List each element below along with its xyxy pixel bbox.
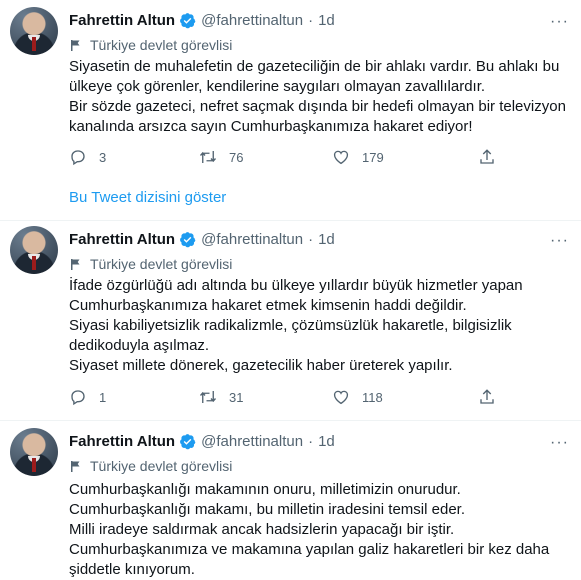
divider — [0, 420, 581, 421]
verified-badge-icon — [180, 13, 196, 29]
retweet-icon — [199, 391, 217, 403]
author-name[interactable]: Fahrettin Altun — [69, 433, 175, 450]
reply-button[interactable]: 1 — [69, 388, 106, 406]
account-label: Türkiye devlet görevlisi — [69, 458, 232, 474]
tweet-line: Cumhurbaşkanımıza ve makamına yapılan ga… — [69, 541, 550, 558]
timestamp[interactable]: 1d — [318, 12, 335, 29]
reply-icon — [71, 150, 85, 166]
tweet-line: Siyaset millete dönerek, gazetecilik hab… — [69, 357, 453, 374]
flag-icon — [71, 259, 80, 270]
reply-count: 3 — [99, 149, 107, 165]
tweet-actions: 1 31 118 — [69, 388, 509, 408]
show-thread-link[interactable]: Bu Tweet dizisini göster — [69, 189, 226, 206]
tweet-line: Bir sözde gazeteci, nefret saçmak dışınd… — [69, 98, 566, 115]
like-button[interactable]: 118 — [332, 388, 383, 406]
flag-icon — [71, 461, 80, 472]
tweet-2[interactable]: Fahrettin Altun @fahrettinaltun · 1d ···… — [0, 226, 581, 416]
tweet-line: ülkeye çok görenler, kendilerine saygıla… — [69, 78, 486, 95]
avatar[interactable] — [10, 428, 58, 476]
like-icon — [333, 150, 349, 165]
more-icon[interactable]: ··· — [550, 434, 569, 452]
retweet-count: 31 — [229, 389, 244, 405]
share-button[interactable] — [478, 388, 508, 406]
tweet-line: Cumhurbaşkanlığı makamı, bu milletin ira… — [69, 501, 465, 518]
retweet-icon — [199, 151, 217, 163]
separator: · — [308, 433, 314, 450]
tweet-text: Siyasetin de muhalefetin de gazeteciliği… — [69, 57, 566, 137]
verified-badge-icon — [180, 434, 196, 450]
divider — [0, 220, 581, 221]
avatar[interactable] — [10, 226, 58, 274]
avatar[interactable] — [10, 7, 58, 55]
verified-badge-icon — [180, 232, 196, 248]
more-icon[interactable]: ··· — [550, 13, 569, 31]
share-icon — [480, 149, 494, 164]
author-name[interactable]: Fahrettin Altun — [69, 12, 175, 29]
author-handle[interactable]: @fahrettinaltun — [201, 433, 303, 450]
like-button[interactable]: 179 — [332, 148, 384, 166]
share-button[interactable] — [478, 148, 508, 166]
like-count: 179 — [362, 149, 384, 165]
retweet-button[interactable]: 31 — [199, 388, 243, 406]
author-handle[interactable]: @fahrettinaltun — [201, 12, 303, 29]
like-icon — [333, 390, 349, 405]
retweet-count: 76 — [229, 149, 244, 165]
account-label: Türkiye devlet görevlisi — [69, 37, 232, 53]
tweet-header: Fahrettin Altun @fahrettinaltun · 1d — [69, 433, 335, 450]
like-count: 118 — [362, 389, 383, 405]
flag-icon — [71, 40, 80, 51]
tweet-line: dedikoduyla aşılmaz. — [69, 337, 210, 354]
tweet-header: Fahrettin Altun @fahrettinaltun · 1d — [69, 231, 335, 248]
tweet-actions: 3 76 179 — [69, 148, 509, 168]
timestamp[interactable]: 1d — [318, 433, 335, 450]
tweet-3[interactable]: Fahrettin Altun @fahrettinaltun · 1d ···… — [0, 428, 581, 578]
more-icon[interactable]: ··· — [550, 232, 569, 250]
tweet-line: Cumhurbaşkanlığı makamının onuru, millet… — [69, 481, 461, 498]
tweet-line: kanalında arsızca sayın Cumhurbaşkanımız… — [69, 118, 473, 135]
account-label-text: Türkiye devlet görevlisi — [90, 256, 233, 272]
tweet-line: İfade özgürlüğü adı altında bu ülkeye yı… — [69, 277, 523, 294]
account-label-text: Türkiye devlet görevlisi — [90, 37, 233, 53]
tweet-header: Fahrettin Altun @fahrettinaltun · 1d — [69, 12, 335, 29]
reply-icon — [71, 390, 85, 406]
tweet-line: Siyasi kabiliyetsizlik radikalizmle, çöz… — [69, 317, 512, 334]
retweet-button[interactable]: 76 — [199, 148, 243, 166]
author-name[interactable]: Fahrettin Altun — [69, 231, 175, 248]
timestamp[interactable]: 1d — [318, 231, 335, 248]
tweet-1[interactable]: Fahrettin Altun @fahrettinaltun · 1d ···… — [0, 7, 581, 177]
separator: · — [308, 12, 314, 29]
author-handle[interactable]: @fahrettinaltun — [201, 231, 303, 248]
account-label: Türkiye devlet görevlisi — [69, 256, 232, 272]
tweet-text: Cumhurbaşkanlığı makamının onuru, millet… — [69, 480, 549, 580]
reply-count: 1 — [99, 389, 107, 405]
tweet-line: Cumhurbaşkanımıza hakaret etmek kimsenin… — [69, 297, 467, 314]
reply-button[interactable]: 3 — [69, 148, 106, 166]
tweet-line: şiddetle kınıyorum. — [69, 561, 195, 578]
tweet-line: Milli iradeye saldırmak ancak hadsizleri… — [69, 521, 455, 538]
share-icon — [480, 389, 494, 404]
tweet-text: İfade özgürlüğü adı altında bu ülkeye yı… — [69, 276, 523, 376]
tweet-line: Siyasetin de muhalefetin de gazeteciliği… — [69, 58, 560, 75]
account-label-text: Türkiye devlet görevlisi — [90, 458, 233, 474]
separator: · — [308, 231, 314, 248]
